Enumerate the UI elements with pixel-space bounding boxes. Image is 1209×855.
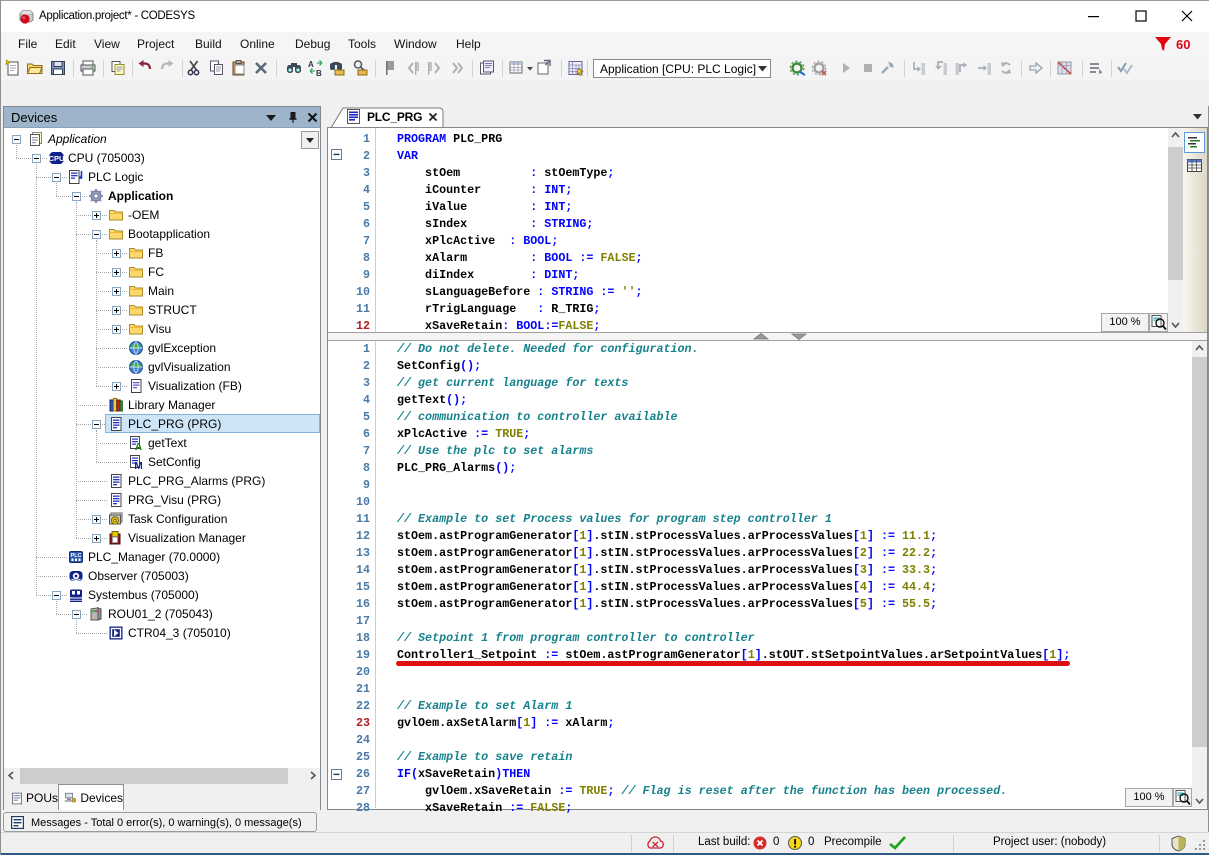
svg-text:B: B <box>316 69 322 77</box>
svg-text:A: A <box>308 60 314 69</box>
svg-text:A: A <box>135 442 142 451</box>
svg-text:PLC: PLC <box>71 553 82 559</box>
svg-text:CPU: CPU <box>49 154 65 163</box>
svg-text:M: M <box>134 461 142 470</box>
